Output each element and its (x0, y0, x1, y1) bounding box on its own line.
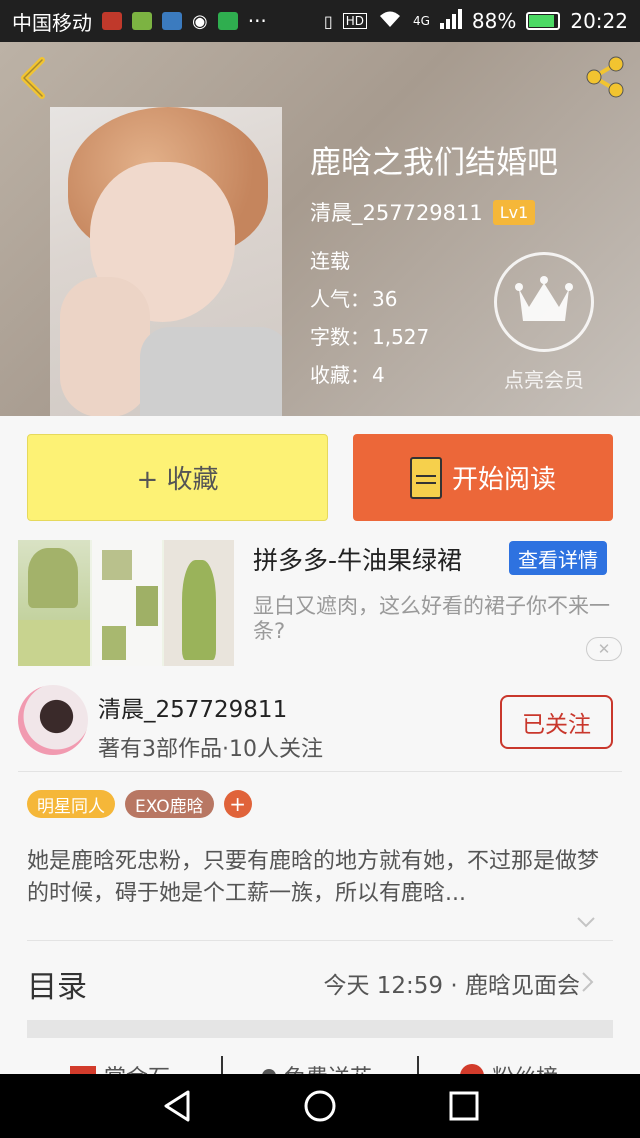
follow-button[interactable]: 已关注 (500, 695, 613, 749)
wechat-work-icon (217, 12, 238, 30)
vip-crown-button[interactable] (494, 252, 594, 352)
vip-label[interactable]: 点亮会员 (486, 364, 602, 393)
expand-chevron-down-icon[interactable] (576, 912, 596, 932)
clock: 20:22 (570, 9, 628, 33)
section-separator (27, 1020, 613, 1038)
recent-square-icon (449, 1091, 479, 1121)
battery-percent: 88% (471, 9, 517, 33)
book-status: 连载 (310, 249, 350, 273)
status-bar: 中国移动 ◉ ··· ▯ HD 4G 88% 20:22 (0, 0, 640, 42)
ad-image[interactable] (18, 540, 234, 666)
back-triangle-icon (164, 1090, 190, 1122)
ad-close-button[interactable]: ✕ (586, 637, 622, 661)
favorites-value: 4 (372, 363, 385, 387)
book-header: 鹿晗之我们结婚吧 清晨_257729811 Lv1 连载 人气： 36 字数： 1,… (0, 42, 640, 416)
book-description[interactable]: 她是鹿晗死忠粉，只要有鹿晗的地方就有她，不过那是做梦的时候，碍于她是个工薪一族，… (27, 846, 613, 910)
wordcount-value: 1,527 (372, 325, 430, 349)
favorites-row: 收藏： 4 (310, 359, 385, 388)
vibrate-icon: ▯ (323, 11, 333, 31)
favorites-label: 收藏： (310, 363, 370, 387)
battery-icon (526, 12, 561, 30)
author-stats: 著有3部作品·10人关注 (98, 737, 323, 762)
free-flower-label: 免费送花 (284, 1060, 372, 1074)
popularity-label: 人气： (310, 287, 370, 311)
book-author-row: 清晨_257729811 Lv1 (310, 197, 536, 227)
collect-label: + 收藏 (136, 465, 219, 495)
add-tag-button[interactable]: + (223, 790, 252, 818)
tag-celebrity-fanfic[interactable]: 明星同人 (27, 790, 115, 818)
wordcount-row: 字数： 1,527 (310, 321, 429, 350)
signal-icon (439, 8, 462, 34)
author-avatar[interactable] (18, 685, 88, 755)
system-navigation-bar (0, 1074, 640, 1138)
ad-description[interactable]: 显白又遮肉，这么好看的裙子你不来一条? (253, 594, 628, 644)
book-cover[interactable] (50, 107, 282, 416)
share-button[interactable] (580, 52, 630, 102)
bottom-action-row: 赏金石 免费送花 粉丝榜 (0, 1056, 640, 1074)
start-reading-label: 开始阅读 (451, 465, 556, 495)
wechat-icon: ◉ (192, 10, 208, 32)
network-type: 4G (412, 14, 430, 28)
tag-list: 明星同人 EXO鹿晗 + (27, 790, 252, 818)
more-notifications-icon: ··· (247, 9, 267, 33)
fan-ranking-item[interactable]: 粉丝榜 (460, 1060, 558, 1074)
popularity-row: 人气： 36 (310, 283, 397, 312)
reward-item[interactable]: 赏金石 (70, 1060, 170, 1074)
ad-details-button[interactable]: 查看详情 (509, 541, 607, 575)
home-circle-icon (304, 1090, 336, 1122)
close-icon: ✕ (597, 640, 611, 658)
collect-button[interactable]: + 收藏 (27, 434, 328, 521)
divider (221, 1056, 223, 1074)
free-flower-item[interactable]: 免费送花 (262, 1060, 372, 1074)
app-notification-icon (102, 12, 122, 30)
cover-hand (60, 277, 150, 416)
book-author[interactable]: 清晨_257729811 (310, 197, 483, 227)
tag-exo-luhan[interactable]: EXO鹿晗 (125, 790, 214, 818)
book-title: 鹿晗之我们结婚吧 (310, 145, 558, 181)
divider (27, 940, 613, 941)
author-level-badge: Lv1 (492, 199, 536, 225)
toc-latest-chapter[interactable]: 今天 12:59 · 鹿晗见面会 (323, 966, 580, 1000)
wifi-icon (377, 9, 403, 34)
back-button[interactable] (14, 56, 54, 100)
android-icon (132, 12, 152, 30)
toc-label[interactable]: 目录 (27, 962, 87, 1006)
chevron-right-icon[interactable] (580, 970, 596, 994)
popularity-value: 36 (372, 287, 398, 311)
wordcount-label: 字数： (310, 325, 370, 349)
nav-recent-apps-button[interactable] (446, 1088, 482, 1124)
carrier-label: 中国移动 (12, 10, 92, 35)
book-icon (409, 456, 442, 499)
fan-ranking-label: 粉丝榜 (492, 1060, 558, 1074)
reward-icon (70, 1066, 96, 1074)
start-reading-button[interactable]: 开始阅读 (353, 434, 613, 521)
hd-icon: HD (342, 13, 367, 29)
ranking-icon (460, 1064, 484, 1074)
reward-label: 赏金石 (104, 1060, 170, 1074)
divider (18, 771, 622, 772)
gallery-icon (162, 12, 182, 30)
author-name[interactable]: 清晨_257729811 (98, 690, 287, 724)
nav-home-button[interactable] (302, 1088, 338, 1124)
ad-title[interactable]: 拼多多-牛油果绿裙 (253, 541, 462, 577)
nav-back-button[interactable] (160, 1088, 196, 1124)
cover-shirt (140, 327, 282, 416)
crown-icon (515, 276, 573, 321)
divider (417, 1056, 419, 1074)
